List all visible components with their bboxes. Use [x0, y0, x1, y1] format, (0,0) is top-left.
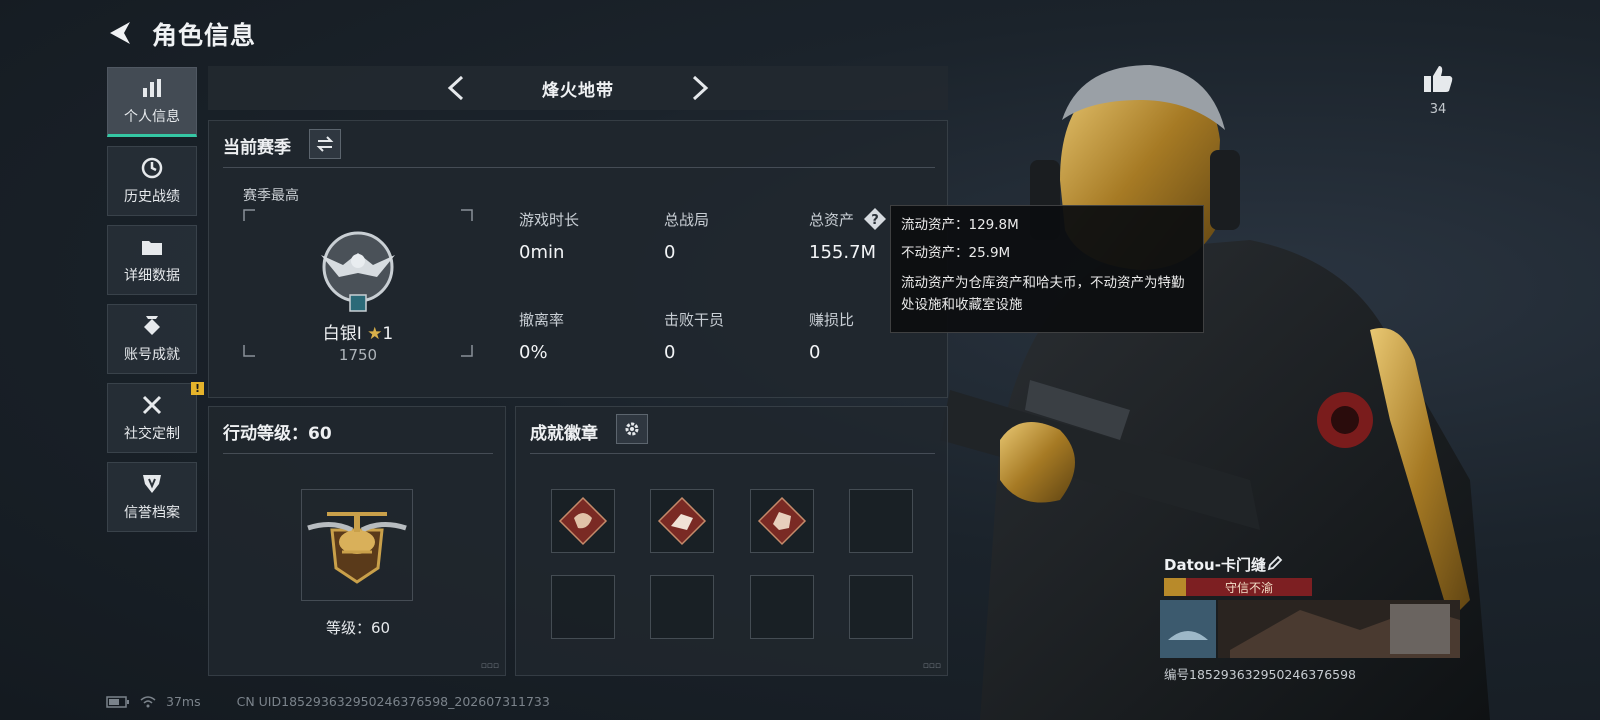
- divider: [223, 453, 493, 454]
- silver-rank-emblem-icon: [321, 231, 395, 312]
- rank-display: 白银I ★1 1750: [243, 209, 473, 364]
- player-card-banner[interactable]: [1160, 600, 1460, 658]
- back-arrow-icon[interactable]: [106, 18, 136, 48]
- medal-icon: [144, 316, 160, 335]
- status-bar: 37ms CN UID185293632950246376598_2026073…: [106, 694, 550, 709]
- total-assets-tooltip: 流动资产：129.8M 不动资产：25.9M 流动资产为仓库资产和哈夫币，不动资…: [890, 205, 1204, 333]
- badge-slot[interactable]: [551, 489, 615, 553]
- tooltip-liquid-assets: 流动资产：129.8M: [901, 217, 1019, 233]
- current-season-panel: 当前赛季 赛季最高 白银I ★1 1750 游戏时长 0min 总战局 0 总资…: [208, 120, 948, 398]
- season-title: 当前赛季: [223, 138, 291, 158]
- level-title: 行动等级：60: [223, 424, 332, 444]
- corner-dots-icon: ▫▫▫: [480, 661, 499, 671]
- svg-text:?: ?: [871, 213, 879, 228]
- nav-item-history[interactable]: 历史战绩: [107, 146, 197, 216]
- corner-dots-icon: ▫▫▫: [922, 661, 941, 671]
- player-title-tag: 守信不渝: [1164, 578, 1312, 596]
- badge-slot[interactable]: [650, 489, 714, 553]
- tooltip-fixed-assets: 不动资产：25.9M: [901, 245, 1011, 261]
- wrench-icon: [142, 395, 162, 415]
- chevron-left-icon[interactable]: [444, 74, 470, 102]
- badge-settings-button[interactable]: [616, 414, 648, 444]
- badge-slot[interactable]: [750, 489, 814, 553]
- rank-name: 白银I: [322, 324, 362, 344]
- wifi-icon: [140, 695, 156, 707]
- mode-selector: 烽火地带: [208, 66, 948, 110]
- divider: [223, 167, 935, 168]
- stat-value: 0: [809, 342, 821, 363]
- season-switch-button[interactable]: [309, 129, 341, 159]
- mode-title: 烽火地带: [542, 80, 614, 101]
- swap-icon: [316, 136, 334, 152]
- help-question-icon[interactable]: ?: [863, 207, 887, 231]
- clock-icon: [141, 157, 163, 179]
- divider: [530, 453, 935, 454]
- level-emblem: [301, 489, 413, 601]
- player-name: Datou-卡门缝: [1164, 556, 1266, 574]
- rank-score: 1750: [338, 346, 378, 364]
- badge-slot-empty[interactable]: [849, 575, 913, 639]
- like-area: 34: [1418, 64, 1458, 117]
- nav-item-label: 账号成就: [124, 347, 180, 363]
- dragon-badge-icon: [558, 496, 608, 546]
- nav-item-label: 信誉档案: [124, 505, 180, 521]
- stat-operators-defeated: 击败干员 0: [664, 309, 804, 363]
- bar-chart-icon: [143, 79, 161, 97]
- badge-slot-empty[interactable]: [849, 489, 913, 553]
- badge-slot-empty[interactable]: [650, 575, 714, 639]
- scales-icon: [1164, 578, 1186, 596]
- nav-item-personal-info[interactable]: 个人信息: [107, 67, 197, 137]
- nav-item-achievements[interactable]: 账号成就: [107, 304, 197, 374]
- gear-icon: [625, 422, 639, 436]
- side-nav: 个人信息 历史战绩 详细数据 账号成就 ! 社交定制 信誉档案: [107, 67, 204, 541]
- player-id: 编号185293632950246376598: [1164, 667, 1357, 682]
- stat-label: 游戏时长: [519, 211, 580, 229]
- stat-total-matches: 总战局 0: [664, 209, 804, 263]
- account-uid: CN UID185293632950246376598_202607311733: [236, 694, 550, 709]
- thumbs-up-icon[interactable]: [1422, 64, 1454, 94]
- nav-item-social-custom[interactable]: ! 社交定制: [107, 382, 204, 453]
- rank-star-count: 1: [382, 324, 394, 344]
- stat-value: 0: [664, 342, 676, 363]
- action-level-panel: 行动等级：60 等级：60 ▫▫▫: [208, 406, 506, 676]
- beast-badge-icon: [757, 496, 807, 546]
- nav-item-reputation[interactable]: 信誉档案: [107, 462, 197, 532]
- runner-badge-icon: [657, 496, 707, 546]
- stat-label: 撤离率: [519, 311, 565, 329]
- alert-badge: !: [191, 382, 204, 395]
- badge-slot-empty[interactable]: [551, 575, 615, 639]
- nav-item-label: 历史战绩: [124, 189, 180, 205]
- nav-item-label: 社交定制: [124, 426, 180, 442]
- stat-extract-rate: 撤离率 0%: [519, 309, 659, 363]
- title-tag-text: 守信不渝: [1224, 580, 1273, 595]
- badges-title: 成就徽章: [530, 424, 598, 444]
- stat-play-time: 游戏时长 0min: [519, 209, 659, 263]
- page-title: 角色信息: [152, 21, 257, 50]
- chevron-right-icon[interactable]: [686, 74, 712, 102]
- battery-icon: [106, 695, 129, 708]
- nav-item-label: 个人信息: [124, 109, 180, 125]
- tooltip-description: 流动资产为仓库资产和哈夫币，不动资产为特勤处设施和收藏室设施: [901, 275, 1185, 313]
- achievement-badges-panel: 成就徽章 ▫▫▫: [515, 406, 948, 676]
- edit-pencil-icon[interactable]: [1266, 554, 1284, 572]
- rank-name-row: 白银I ★1: [243, 319, 473, 344]
- stat-value: 0: [664, 242, 676, 263]
- stat-value: 0min: [519, 242, 565, 263]
- shield-icon: [143, 475, 161, 493]
- season-best-label: 赛季最高: [243, 188, 299, 204]
- stat-label: 总战局: [664, 211, 710, 229]
- stat-label: 击败干员: [664, 311, 725, 329]
- nav-item-detailed-data[interactable]: 详细数据: [107, 225, 197, 295]
- ping-value: 37ms: [166, 694, 201, 709]
- star-icon: ★: [367, 324, 383, 344]
- level-value: 等级：60: [325, 619, 391, 637]
- helicopter-level-emblem-icon: [307, 512, 407, 584]
- badge-slot-empty[interactable]: [750, 575, 814, 639]
- folder-icon: [142, 241, 162, 255]
- stat-value: 0%: [519, 342, 548, 363]
- nav-item-label: 详细数据: [124, 268, 180, 284]
- like-count: 34: [1429, 102, 1447, 117]
